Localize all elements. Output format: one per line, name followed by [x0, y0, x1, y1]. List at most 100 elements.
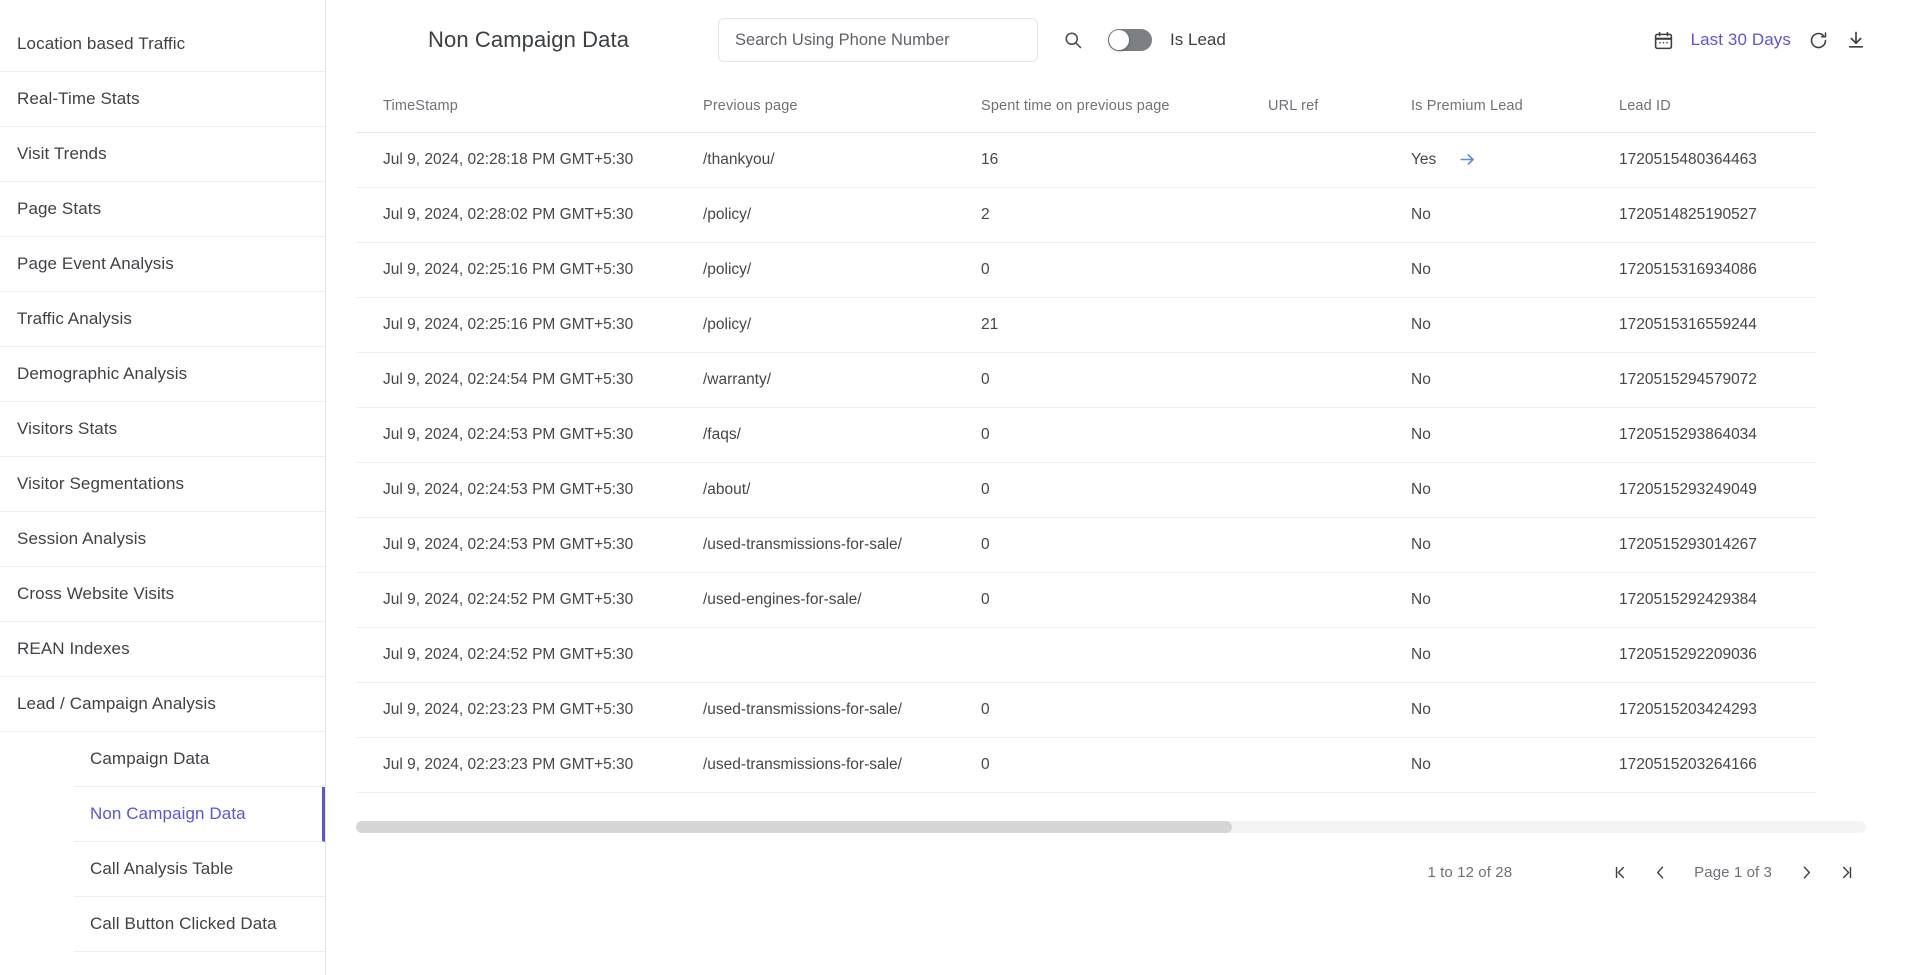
- is-lead-toggle[interactable]: [1108, 29, 1153, 51]
- app-root: Location based Traffic Real-Time Stats Vis…: [0, 0, 1912, 975]
- download-icon[interactable]: [1846, 30, 1866, 50]
- sidebar-item-location-based-traffic[interactable]: Location based Traffic: [0, 17, 325, 72]
- sidebar-item-visitor-segmentations[interactable]: Visitor Segmentations: [0, 457, 325, 512]
- column-header-is-premium-lead[interactable]: Is Premium Lead: [1384, 80, 1592, 133]
- page-title: Non Campaign Data: [428, 27, 630, 52]
- table-row[interactable]: Jul 9, 2024, 02:24:53 PM GMT+5:30/faqs/0…: [356, 407, 1816, 463]
- table-row[interactable]: Jul 9, 2024, 02:25:16 PM GMT+5:30/policy…: [356, 242, 1816, 298]
- sidebar-item-page-event-analysis[interactable]: Page Event Analysis: [0, 237, 325, 292]
- cell-url-ref: [1241, 242, 1384, 298]
- sidebar-item-label: Real-Time Stats: [17, 89, 140, 108]
- previous-page-icon[interactable]: [1640, 853, 1680, 893]
- cell-spent-time: 0: [954, 242, 1241, 298]
- search-icon[interactable]: [1060, 27, 1086, 53]
- column-header-lead-id[interactable]: Lead ID: [1592, 80, 1816, 133]
- calendar-icon[interactable]: [1653, 30, 1674, 51]
- table-row[interactable]: Jul 9, 2024, 02:28:18 PM GMT+5:30/thanky…: [356, 132, 1816, 188]
- sidebar-item-cross-website-visits[interactable]: Cross Website Visits: [0, 567, 325, 622]
- premium-lead-cell: No: [1411, 426, 1592, 444]
- sidebar-item-label: Traffic Analysis: [17, 309, 132, 328]
- cell-previous-page: /policy/: [676, 242, 954, 298]
- cell-is-premium-lead: No: [1384, 682, 1592, 738]
- cell-lead-id: 1720515480364463: [1592, 132, 1816, 188]
- table-row[interactable]: Jul 9, 2024, 02:28:02 PM GMT+5:30/policy…: [356, 187, 1816, 243]
- cell-url-ref: [1241, 352, 1384, 408]
- table-row[interactable]: Jul 9, 2024, 02:24:54 PM GMT+5:30/warran…: [356, 352, 1816, 408]
- arrow-right-icon[interactable]: [1458, 150, 1477, 169]
- column-header-previous-page[interactable]: Previous page: [676, 80, 954, 133]
- sidebar-item-label: Demographic Analysis: [17, 364, 188, 383]
- sidebar-item-demographic-analysis[interactable]: Demographic Analysis: [0, 347, 325, 402]
- cell-lead-id: 1720515203424293: [1592, 682, 1816, 738]
- cell-spent-time: 21: [954, 297, 1241, 353]
- sidebar-item-session-analysis[interactable]: Session Analysis: [0, 512, 325, 567]
- sidebar-item-rean-indexes[interactable]: REAN Indexes: [0, 622, 325, 677]
- table-header: TimeStamp Previous page Spent time on prev…: [356, 80, 1816, 133]
- table-row[interactable]: Jul 9, 2024, 02:23:23 PM GMT+5:30/used-t…: [356, 737, 1816, 793]
- sidebar-item-non-campaign-data[interactable]: Non Campaign Data: [74, 787, 325, 842]
- sidebar-item-visitors-stats[interactable]: Visitors Stats: [0, 402, 325, 457]
- column-header-timestamp[interactable]: TimeStamp: [356, 80, 676, 133]
- is-lead-toggle-group: Is Lead: [1108, 29, 1226, 51]
- table-row[interactable]: Jul 9, 2024, 02:24:52 PM GMT+5:30/used-e…: [356, 572, 1816, 628]
- first-page-icon[interactable]: [1600, 853, 1640, 893]
- sidebar-item-call-analysis-table[interactable]: Call Analysis Table: [74, 842, 325, 897]
- cell-url-ref: [1241, 187, 1384, 243]
- sidebar-item-call-button-clicked-data[interactable]: Call Button Clicked Data: [74, 897, 325, 952]
- sidebar-item-lead-campaign-analysis[interactable]: Lead / Campaign Analysis: [0, 677, 325, 732]
- search-box[interactable]: [718, 18, 1039, 62]
- refresh-icon[interactable]: [1808, 30, 1829, 51]
- last-page-icon[interactable]: [1826, 853, 1866, 893]
- scrollbar-thumb[interactable]: [356, 820, 1232, 833]
- cell-is-premium-lead: No: [1384, 297, 1592, 353]
- premium-lead-value: No: [1411, 370, 1431, 388]
- cell-spent-time: 2: [954, 187, 1241, 243]
- cell-url-ref: [1241, 572, 1384, 628]
- cell-spent-time: 16: [954, 132, 1241, 188]
- date-range-selector[interactable]: Last 30 Days: [1691, 30, 1791, 50]
- sidebar-item-label: Page Stats: [17, 199, 102, 218]
- premium-lead-value: No: [1411, 480, 1431, 498]
- cell-timestamp: Jul 9, 2024, 02:28:02 PM GMT+5:30: [356, 187, 676, 243]
- sidebar-item-campaign-data[interactable]: Campaign Data: [74, 732, 325, 787]
- sidebar-item-page-stats[interactable]: Page Stats: [0, 182, 325, 237]
- horizontal-scrollbar[interactable]: [356, 820, 1866, 833]
- search-input[interactable]: [733, 29, 1024, 51]
- non-campaign-data-table: TimeStamp Previous page Spent time on prev…: [356, 80, 1816, 793]
- cell-spent-time: 0: [954, 407, 1241, 463]
- cell-previous-page: /thankyou/: [676, 132, 954, 188]
- cell-spent-time: 0: [954, 462, 1241, 518]
- cell-lead-id: 1720515203264166: [1592, 737, 1816, 793]
- cell-previous-page: /used-transmissions-for-sale/: [676, 682, 954, 738]
- sidebar-item-label: Campaign Data: [90, 749, 210, 768]
- column-header-spent-time-on-previous-page[interactable]: Spent time on previous page: [954, 80, 1241, 133]
- cell-spent-time: 0: [954, 737, 1241, 793]
- sidebar-item-label: Non Campaign Data: [90, 804, 246, 823]
- sidebar-item-visit-trends[interactable]: Visit Trends: [0, 127, 325, 182]
- premium-lead-cell: No: [1411, 591, 1592, 609]
- cell-url-ref: [1241, 682, 1384, 738]
- next-page-icon[interactable]: [1786, 853, 1826, 893]
- sidebar-item-real-time-stats[interactable]: Real-Time Stats: [0, 72, 325, 127]
- table-row[interactable]: Jul 9, 2024, 02:23:23 PM GMT+5:30/used-t…: [356, 682, 1816, 738]
- table-row[interactable]: Jul 9, 2024, 02:24:52 PM GMT+5:30 No 17205…: [356, 627, 1816, 683]
- cell-lead-id: 1720515316934086: [1592, 242, 1816, 298]
- table-row[interactable]: Jul 9, 2024, 02:24:53 PM GMT+5:30/used-t…: [356, 517, 1816, 573]
- cell-is-premium-lead: No: [1384, 462, 1592, 518]
- toggle-knob: [1109, 30, 1130, 50]
- cell-url-ref: [1241, 407, 1384, 463]
- column-header-url-ref[interactable]: URL ref: [1241, 80, 1384, 133]
- sidebar-item-label: Call Analysis Table: [90, 859, 234, 878]
- sidebar-item-label: Call Button Clicked Data: [90, 914, 277, 933]
- cell-previous-page: /about/: [676, 462, 954, 518]
- table-header-row: TimeStamp Previous page Spent time on prev…: [356, 80, 1816, 133]
- premium-lead-cell: No: [1411, 536, 1592, 554]
- cell-lead-id: 1720515292209036: [1592, 627, 1816, 683]
- premium-lead-cell: Yes: [1411, 150, 1592, 169]
- table-row[interactable]: Jul 9, 2024, 02:25:16 PM GMT+5:30/policy…: [356, 297, 1816, 353]
- table-body: Jul 9, 2024, 02:28:18 PM GMT+5:30/thanky…: [356, 132, 1816, 793]
- premium-lead-cell: No: [1411, 371, 1592, 389]
- sidebar-item-label: Visit Trends: [17, 144, 107, 163]
- table-row[interactable]: Jul 9, 2024, 02:24:53 PM GMT+5:30/about/…: [356, 462, 1816, 518]
- sidebar-item-traffic-analysis[interactable]: Traffic Analysis: [0, 292, 325, 347]
